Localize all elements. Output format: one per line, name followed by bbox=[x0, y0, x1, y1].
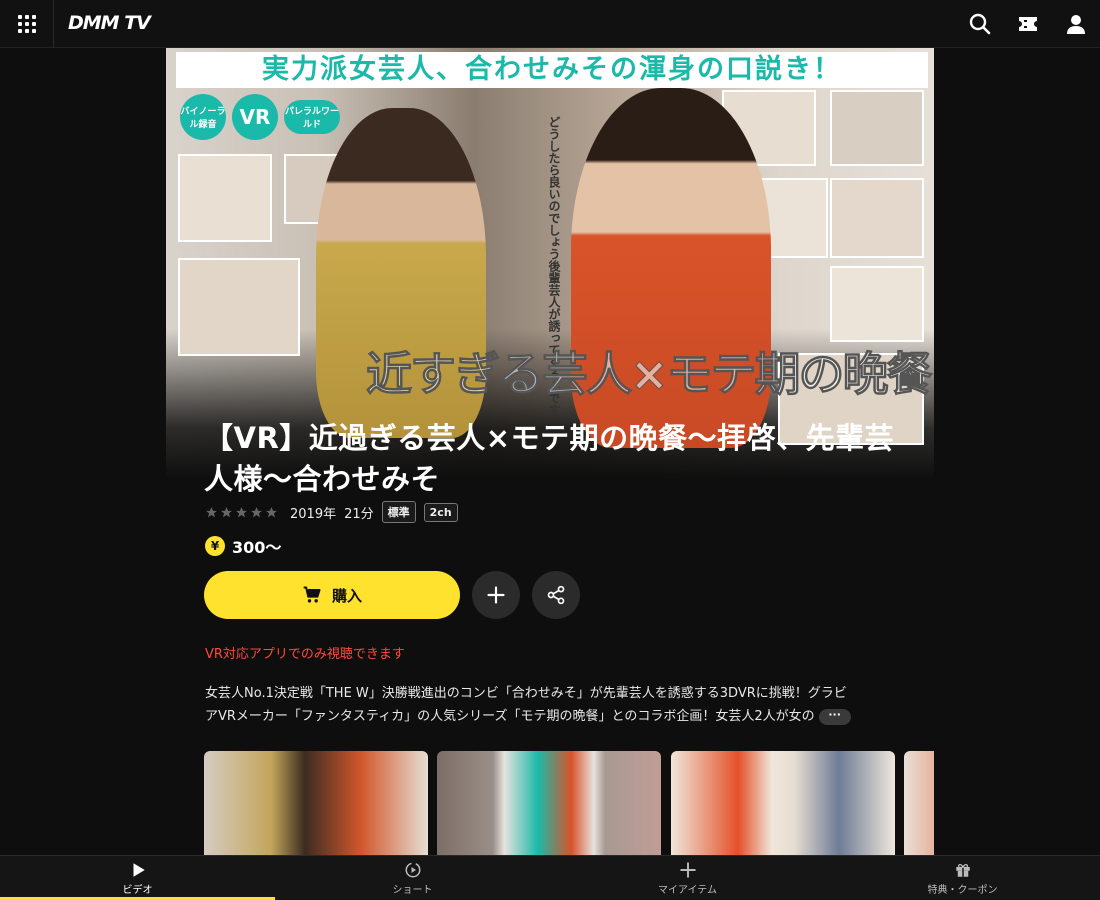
nav-item-short[interactable]: ショート bbox=[275, 856, 550, 900]
meta-row: 2019年 21分 標準 2ch bbox=[205, 500, 458, 524]
vr-app-notice: VR対応アプリでのみ視聴できます bbox=[205, 647, 405, 662]
top-header: DMM TV bbox=[0, 0, 1100, 48]
star-icon bbox=[221, 506, 232, 517]
hero-art-title: 近すぎる芸人×モテ期の晩餐 bbox=[366, 347, 934, 402]
show-more-button[interactable]: ··· bbox=[818, 708, 851, 725]
price-value: 300～ bbox=[232, 538, 282, 557]
purchase-button-label: 購入 bbox=[331, 586, 362, 605]
nav-label: ビデオ bbox=[122, 884, 153, 896]
page-title: 【VR】近過ぎる芸人×モテ期の晩餐～拝啓、先輩芸人様～合わせみそ bbox=[204, 421, 895, 496]
bottom-navigation: ビデオ ショート マイアイテム 特典・クーポン bbox=[0, 855, 1100, 900]
nav-label: ショート bbox=[392, 884, 433, 896]
description-line: 女芸人No.1決定戦「THE W」決勝戦進出のコンビ「合わせみそ」が先輩芸人を誘… bbox=[205, 686, 847, 701]
star-icon bbox=[206, 506, 217, 517]
cart-icon bbox=[303, 586, 321, 603]
duration: 21分 bbox=[344, 506, 374, 522]
quality-tag: 標準 bbox=[381, 501, 416, 523]
gallery-thumbnail[interactable] bbox=[904, 751, 934, 855]
nav-item-my-items[interactable]: マイアイテム bbox=[550, 856, 825, 900]
search-icon[interactable] bbox=[968, 12, 992, 36]
play-icon bbox=[133, 862, 145, 877]
plus-icon bbox=[487, 586, 505, 604]
description-line-2: アVRメーカー「ファンタスティカ」の人気シリーズ「モテ期の晩餐」とのコラボ企画！… bbox=[205, 705, 900, 728]
nav-item-video[interactable]: ビデオ bbox=[0, 856, 275, 900]
price-row: ¥ 300～ bbox=[205, 535, 281, 557]
star-icon bbox=[266, 506, 277, 517]
hero-key-visual: 実力派女芸人、合わせみその渾身の口説き！ バイノーラル録音 VR パレラルワール… bbox=[166, 48, 934, 480]
scene-thumbnail bbox=[178, 258, 300, 356]
description-line-text: アVRメーカー「ファンタスティカ」の人気シリーズ「モテ期の晩餐」とのコラボ企画！… bbox=[205, 709, 815, 724]
star-icon bbox=[236, 506, 247, 517]
nav-label: マイアイテム bbox=[658, 884, 717, 896]
gallery-thumbnail[interactable] bbox=[204, 751, 428, 855]
nav-item-coupons[interactable]: 特典・クーポン bbox=[825, 856, 1100, 900]
grid-icon bbox=[17, 15, 36, 33]
parallel-world-badge: パレラルワールド bbox=[284, 100, 340, 134]
nav-label: 特典・クーポン bbox=[927, 884, 998, 896]
dmm-tv-logo[interactable]: DMM TV bbox=[68, 12, 151, 36]
star-icon bbox=[251, 506, 262, 517]
gallery-thumbnail[interactable] bbox=[671, 751, 895, 855]
user-icon[interactable] bbox=[1064, 12, 1088, 36]
audio-tag: 2ch bbox=[423, 502, 458, 522]
scene-thumbnail bbox=[830, 178, 924, 258]
hero-banner-text: 実力派女芸人、合わせみその渾身の口説き！ bbox=[176, 52, 928, 88]
purchase-button[interactable]: 購入 bbox=[204, 571, 460, 619]
gift-icon bbox=[955, 863, 970, 877]
ticket-icon[interactable] bbox=[1016, 12, 1040, 36]
rating-stars bbox=[205, 506, 278, 519]
scene-thumbnail bbox=[178, 154, 272, 242]
add-to-list-button[interactable] bbox=[472, 571, 520, 619]
menu-grid-button[interactable] bbox=[0, 0, 54, 48]
vr-badge: VR bbox=[232, 94, 278, 140]
description: 女芸人No.1決定戦「THE W」決勝戦進出のコンビ「合わせみそ」が先輩芸人を誘… bbox=[205, 682, 900, 728]
scene-thumbnail bbox=[830, 90, 924, 166]
yen-icon: ¥ bbox=[205, 536, 225, 556]
plus-icon bbox=[679, 861, 696, 878]
release-year: 2019年 bbox=[290, 506, 337, 522]
share-button[interactable] bbox=[532, 571, 580, 619]
binaural-badge: バイノーラル録音 bbox=[180, 94, 226, 140]
scene-thumbnail bbox=[830, 266, 924, 342]
gallery-thumbnail[interactable] bbox=[437, 751, 661, 855]
share-icon bbox=[547, 585, 565, 605]
short-video-icon bbox=[405, 862, 420, 877]
sample-image-gallery bbox=[204, 751, 934, 855]
